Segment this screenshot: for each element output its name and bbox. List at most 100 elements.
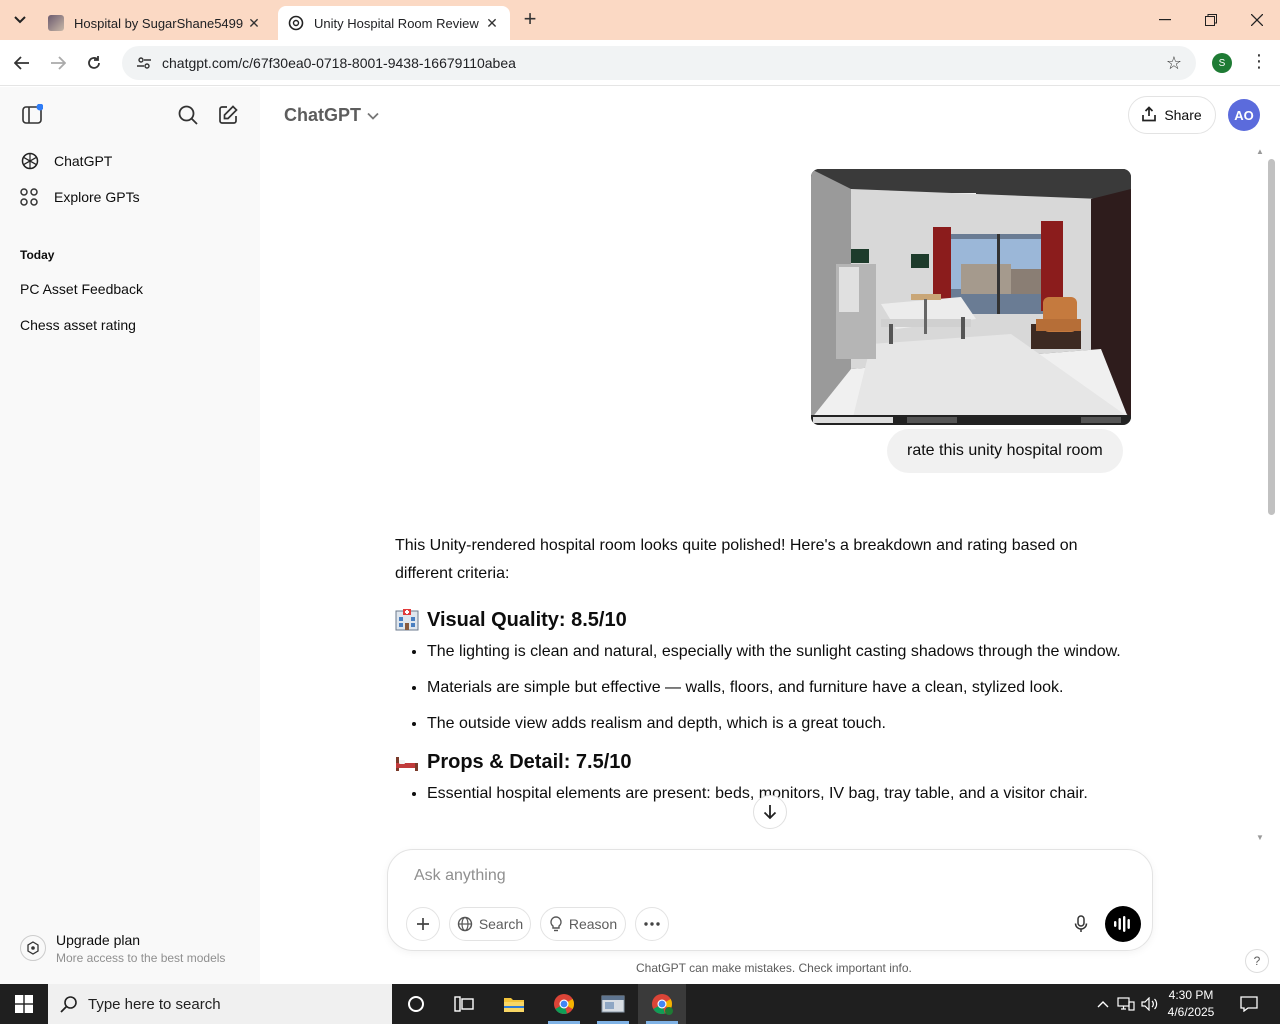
chevron-down-icon (367, 109, 379, 123)
chrome-icon (652, 994, 673, 1015)
restore-icon (1205, 14, 1217, 26)
uploaded-image[interactable] (811, 169, 1131, 425)
chevron-up-icon (1097, 1001, 1109, 1008)
section-heading-text: Props & Detail: 7.5/10 (427, 751, 632, 773)
dictate-button[interactable] (1064, 907, 1098, 941)
upgrade-subtitle: More access to the best models (56, 951, 226, 965)
minimize-icon (1159, 19, 1171, 21)
tab-close-icon[interactable]: ✕ (484, 15, 500, 32)
chat-history-item[interactable]: Chess asset rating (20, 317, 136, 333)
more-tools-button[interactable] (635, 907, 669, 941)
search-icon (178, 105, 198, 125)
scroll-down-arrow[interactable]: ▼ (1256, 833, 1264, 842)
close-window-button[interactable] (1234, 0, 1280, 40)
new-tab-button[interactable]: + (518, 8, 542, 32)
reload-button[interactable] (81, 50, 107, 76)
search-icon (60, 995, 78, 1013)
minimize-button[interactable] (1142, 0, 1188, 40)
sidebar-item-explore-gpts[interactable]: Explore GPTs (20, 185, 140, 209)
upgrade-icon (20, 935, 46, 961)
app-window-icon (601, 995, 625, 1013)
attach-button[interactable] (406, 907, 440, 941)
voice-waveform-icon (1114, 916, 1130, 932)
share-button[interactable]: Share (1128, 96, 1216, 134)
start-button[interactable] (0, 984, 48, 1024)
browser-profile-avatar[interactable]: S (1212, 53, 1232, 73)
arrow-left-icon (14, 56, 29, 70)
chat-history-item[interactable]: PC Asset Feedback (20, 281, 143, 297)
file-explorer-button[interactable] (490, 984, 538, 1024)
windows-taskbar: Type here to search 4:30 PM 4/6/2025 (0, 984, 1280, 1024)
message-composer[interactable]: Ask anything Search Reason (387, 849, 1153, 951)
windows-logo-icon (15, 995, 33, 1013)
new-chat-button[interactable] (216, 103, 240, 127)
taskbar-search[interactable]: Type here to search (48, 984, 392, 1024)
list-item: The outside view adds realism and depth,… (427, 710, 1135, 738)
notification-icon (1240, 996, 1258, 1012)
speaker-icon (1141, 997, 1158, 1011)
clock-time: 4:30 PM (1168, 988, 1214, 1002)
assistant-intro: This Unity-rendered hospital room looks … (395, 537, 1078, 582)
sidebar: ChatGPT Explore GPTs Today PC Asset Feed… (0, 87, 260, 984)
search-chats-button[interactable] (176, 103, 200, 127)
browser-menu-icon[interactable]: ⋮ (1250, 51, 1268, 72)
notifications-button[interactable] (1234, 984, 1264, 1024)
show-hidden-icons-button[interactable] (1094, 984, 1112, 1024)
restore-button[interactable] (1188, 0, 1234, 40)
unity-taskbar-button[interactable] (589, 984, 637, 1024)
chrome-profile-taskbar-button[interactable] (638, 984, 686, 1024)
upgrade-plan-button[interactable]: Upgrade plan More access to the best mod… (20, 932, 225, 965)
reload-icon (88, 56, 100, 69)
tab-title: Unity Hospital Room Review (314, 15, 479, 31)
grid-icon (20, 188, 44, 206)
scroll-to-bottom-button[interactable] (753, 795, 787, 829)
model-name: ChatGPT (284, 105, 362, 125)
network-button[interactable] (1116, 984, 1136, 1024)
network-icon (1117, 997, 1135, 1011)
help-button[interactable]: ? (1245, 949, 1269, 973)
user-message-bubble: rate this unity hospital room (887, 429, 1123, 473)
close-icon (1251, 14, 1263, 26)
search-toggle-label: Search (478, 916, 524, 932)
arrow-down-icon (763, 805, 777, 820)
volume-button[interactable] (1140, 984, 1160, 1024)
search-toggle-button[interactable]: Search (449, 907, 531, 941)
address-bar[interactable]: chatgpt.com/c/67f30ea0-0718-8001-9438-16… (122, 46, 1196, 80)
sidebar-toggle-button[interactable] (20, 103, 44, 127)
chevron-down-icon (14, 16, 26, 24)
reason-toggle-button[interactable]: Reason (540, 907, 626, 941)
forward-button[interactable] (45, 50, 71, 76)
sidebar-section-title: Today (20, 248, 55, 262)
plus-icon (417, 918, 429, 930)
sidebar-item-chatgpt[interactable]: ChatGPT (20, 149, 112, 173)
task-view-button[interactable] (440, 984, 488, 1024)
assistant-message: This Unity-rendered hospital room looks … (395, 532, 1135, 816)
scrollbar-thumb[interactable] (1268, 159, 1275, 515)
composer-input[interactable]: Ask anything (414, 867, 506, 885)
system-clock[interactable]: 4:30 PM 4/6/2025 (1160, 987, 1222, 1021)
cortana-button[interactable] (392, 984, 440, 1024)
model-selector[interactable]: ChatGPT (284, 105, 379, 126)
user-avatar[interactable]: AO (1228, 99, 1260, 131)
hospital-icon (395, 609, 419, 631)
folder-icon (504, 998, 524, 1012)
reason-toggle-label: Reason (568, 916, 618, 932)
lightbulb-icon (549, 916, 563, 932)
tab-title: Hospital by SugarShane5499 (74, 15, 244, 31)
chrome-taskbar-button[interactable] (540, 984, 588, 1024)
browser-tab-active[interactable]: Unity Hospital Room Review ✕ (278, 6, 510, 40)
bookmark-star-icon[interactable]: ☆ (1166, 53, 1182, 74)
chat-main: ChatGPT Share AO ▲ ▼ rate this unity hos… (260, 87, 1280, 984)
voice-mode-button[interactable] (1105, 906, 1141, 942)
site-settings-icon[interactable] (136, 55, 152, 71)
tab-close-icon[interactable]: ✕ (246, 15, 262, 32)
tab-favicon-icon (48, 15, 64, 31)
hospital-room-image (811, 169, 1131, 425)
browser-tab[interactable]: Hospital by SugarShane5499 ✕ (38, 6, 272, 40)
compose-icon (219, 105, 238, 124)
section-heading-text: Visual Quality: 8.5/10 (427, 609, 627, 631)
openai-logo-icon (20, 151, 44, 171)
scroll-up-arrow[interactable]: ▲ (1256, 147, 1264, 156)
tab-search-button[interactable] (6, 8, 34, 32)
back-button[interactable] (9, 50, 35, 76)
